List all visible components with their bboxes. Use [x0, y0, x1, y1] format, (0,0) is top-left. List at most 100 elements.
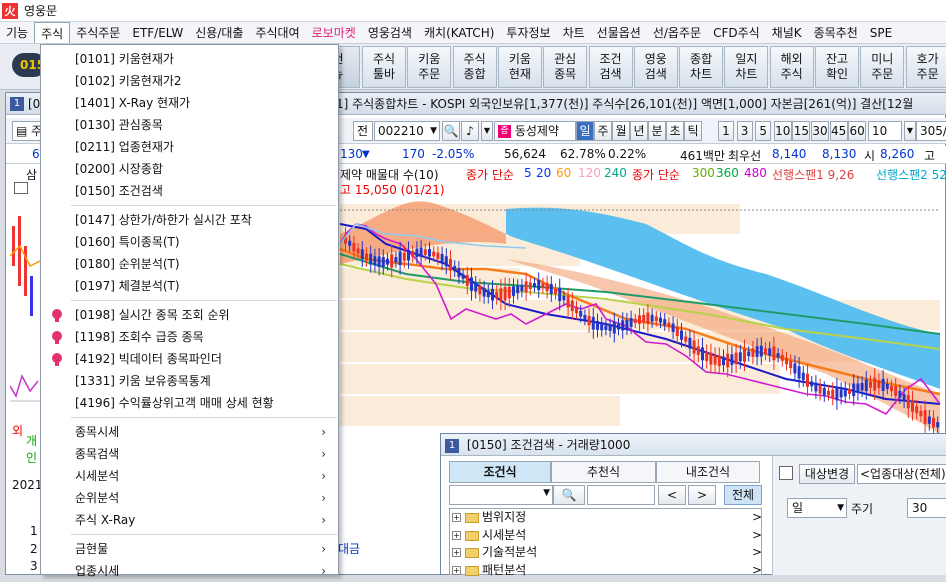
period-button[interactable]: 초 [666, 121, 684, 141]
period-button[interactable]: 틱 [684, 121, 702, 141]
period-button[interactable]: 월 [612, 121, 630, 141]
menu-item[interactable]: 시세분석 › [41, 465, 338, 487]
window-icon [779, 466, 793, 480]
menu-item[interactable]: CFD주식 [707, 22, 766, 43]
toolbar-button[interactable]: 잔고 확인 [815, 46, 859, 88]
menu-item[interactable]: 종목추천 [808, 22, 864, 43]
menu-item[interactable]: 로보마켓 [306, 22, 362, 43]
tree-item-pattern[interactable]: + 패턴분석 [452, 561, 526, 579]
period-select[interactable]: 일 ▼ [787, 498, 847, 518]
menu-item[interactable]: 투자정보 [500, 22, 556, 43]
period-button[interactable]: 주 [594, 121, 612, 141]
period-value-stepper[interactable]: 30 [907, 498, 946, 518]
tree-item-price[interactable]: + 시세분석 [452, 526, 526, 544]
expand-icon[interactable]: + [452, 566, 461, 575]
menu-item[interactable]: [0180] 순위분석(T) [41, 253, 338, 275]
menu-item[interactable]: [1198] 조회수 급증 종목 [41, 326, 338, 348]
condition-select[interactable]: ▼ [449, 485, 553, 505]
expand-icon[interactable]: + [452, 513, 461, 522]
expand-icon[interactable]: + [452, 548, 461, 557]
menu-item[interactable]: [4192] 빅데이터 종목파인더 [41, 348, 338, 370]
toolbar-button[interactable]: 일지 차트 [724, 46, 769, 88]
speaker-icon[interactable]: ♪ [461, 121, 479, 141]
toolbar-button[interactable]: 해외 주식 [769, 46, 814, 88]
menu-item[interactable]: 주식주문 [70, 22, 126, 43]
menu-item[interactable]: 업종시세 › [41, 560, 338, 582]
tab-my-condition[interactable]: 내조건식 [656, 461, 760, 483]
menu-item[interactable]: [4196] 수익률상위고객 매매 상세 현황 [41, 392, 338, 414]
toolbar-button[interactable]: 관심 종목 [543, 46, 588, 88]
target-change-button[interactable]: 대상변경 [799, 464, 855, 484]
period-button[interactable]: 일 [576, 121, 594, 141]
toolbar-button[interactable]: 영웅 검색 [633, 46, 678, 88]
menu-item[interactable]: 채널K [766, 22, 808, 43]
stock-name-field[interactable]: 증 동성제약 [494, 121, 576, 141]
menu-item[interactable]: 신용/대출 [189, 22, 249, 43]
menu-item[interactable]: 주식 [34, 22, 71, 43]
interval-button[interactable]: 5 [755, 121, 772, 141]
tree-item-technical[interactable]: + 기술적분석 [452, 543, 537, 561]
interval-button[interactable]: 30 [811, 121, 829, 141]
toolbar-button[interactable]: 호가 주문 [905, 46, 946, 88]
menu-item[interactable]: 종목검색 › [41, 443, 338, 465]
menu-item[interactable]: [0147] 상한가/하한가 실시간 포착 [41, 209, 338, 231]
menu-item[interactable]: 주식대여 [249, 22, 305, 43]
tree-item-range[interactable]: + 범위지정 [452, 508, 526, 526]
toolbar-button[interactable]: 주식 툴바 [362, 46, 406, 88]
menu-item[interactable]: [0130] 관심종목 [41, 114, 338, 136]
interval-button[interactable]: 10 [773, 121, 792, 141]
stock-code-input[interactable]: 002210 ▼ [374, 121, 440, 141]
toolbar-button[interactable]: 키움 현재 [497, 46, 542, 88]
menu-item[interactable]: 주식 X-Ray › [41, 509, 338, 531]
expand-icon[interactable]: + [452, 531, 461, 540]
menu-item[interactable]: [0211] 업종현재가 [41, 136, 338, 158]
menu-item[interactable]: [0198] 실시간 종목 조회 순위 [41, 304, 338, 326]
menu-item[interactable]: [1331] 키움 보유종목통계 [41, 370, 338, 392]
interval-button[interactable]: 60 [848, 121, 867, 141]
prev-button[interactable]: < [658, 485, 686, 505]
interval-button[interactable]: 15 [792, 121, 811, 141]
menu-item[interactable]: 순위분석 › [41, 487, 338, 509]
menu-item[interactable]: 선물옵션 [591, 22, 647, 43]
menu-item[interactable]: [0160] 특이종목(T) [41, 231, 338, 253]
menu-item[interactable]: [0102] 키움현재가2 [41, 70, 338, 92]
period-button[interactable]: 분 [648, 121, 666, 141]
prefix-button[interactable]: 전 [353, 121, 373, 141]
next-button[interactable]: > [688, 485, 716, 505]
menu-item[interactable]: [1401] X-Ray 현재가 [41, 92, 338, 114]
toolbar-button[interactable]: 조건 검색 [588, 46, 633, 88]
menu-item[interactable]: SPE [864, 22, 898, 43]
quote-amount: 461백만 [680, 149, 725, 163]
chevron-down-icon[interactable]: ▼ [481, 121, 493, 141]
menu-item[interactable]: 캐치(KATCH) [418, 22, 500, 43]
search-icon[interactable]: 🔍 [442, 121, 460, 141]
menu-item[interactable]: [0150] 조건검색 [41, 180, 338, 202]
menu-item[interactable]: 선/옵주문 [647, 22, 707, 43]
interval-button[interactable]: 1 [718, 121, 734, 141]
chevron-down-icon[interactable]: ▼ [904, 121, 916, 141]
interval-button[interactable]: 45 [829, 121, 848, 141]
toolbar-button[interactable]: 키움 주문 [407, 46, 452, 88]
interval-select[interactable]: 10 [868, 121, 902, 141]
count-field[interactable]: 305/6 [916, 121, 946, 141]
menu-item[interactable]: 차트 [557, 22, 591, 43]
all-button[interactable]: 전체 [724, 485, 762, 505]
menu-item[interactable]: 기능 [0, 22, 34, 43]
menu-item[interactable]: 금현물 › [41, 538, 338, 560]
search-icon[interactable]: 🔍 [553, 485, 585, 505]
condition-search-input[interactable] [587, 485, 655, 505]
menu-item[interactable]: [0101] 키움현재가 [41, 48, 338, 70]
menu-item[interactable]: ETF/ELW [126, 22, 189, 43]
toolbar-button[interactable]: 종합 차트 [679, 46, 724, 88]
menu-item[interactable]: [0197] 체결분석(T) [41, 275, 338, 297]
tab-condition[interactable]: 조건식 [449, 461, 551, 483]
period-button[interactable]: 년 [630, 121, 648, 141]
menu-item[interactable]: 종목시세 › [41, 421, 338, 443]
toolbar-button[interactable]: 미니 주문 [860, 46, 905, 88]
interval-button[interactable]: 3 [736, 121, 753, 141]
target-value-field[interactable]: <업종대상(전체) [857, 464, 946, 484]
tab-recommended[interactable]: 추천식 [551, 461, 656, 483]
toolbar-button[interactable]: 주식 종합 [452, 46, 497, 88]
menu-item[interactable]: [0200] 시장종합 [41, 158, 338, 180]
menu-item[interactable]: 영웅검색 [362, 22, 418, 43]
